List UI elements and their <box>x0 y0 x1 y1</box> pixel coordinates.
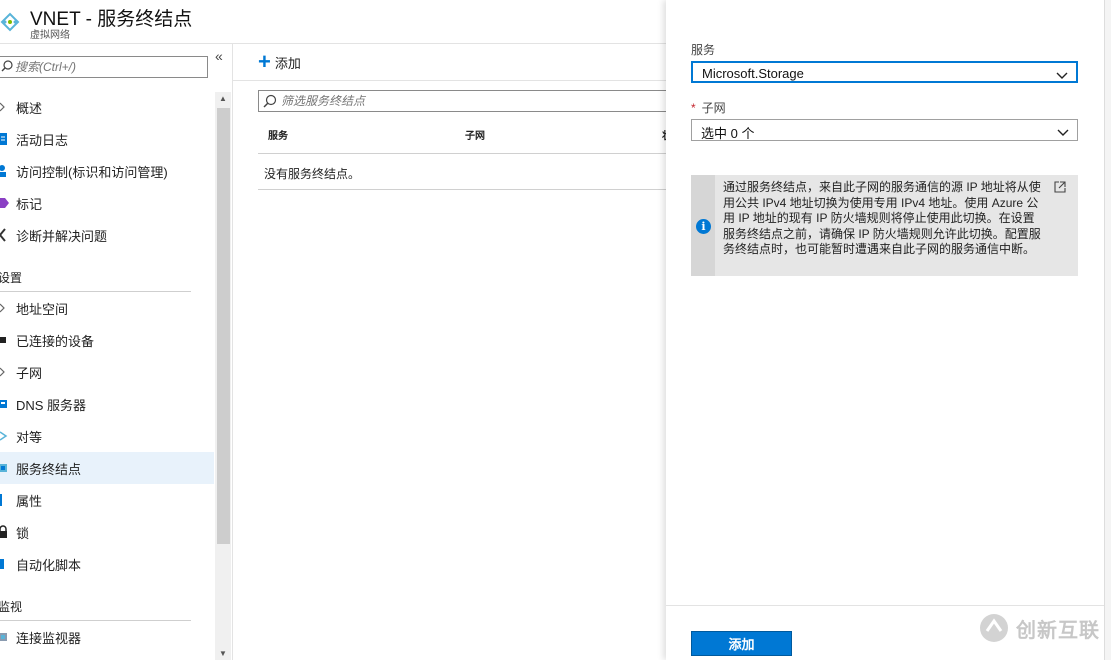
info-icon: i <box>696 219 711 234</box>
wrench-icon <box>0 227 14 243</box>
collapse-sidebar-button[interactable]: « <box>215 48 223 64</box>
external-link-icon[interactable] <box>1054 181 1066 196</box>
blade-footer-divider <box>666 605 1104 606</box>
page-subtitle: 虚拟网络 <box>30 30 70 41</box>
filter-endpoints-input[interactable] <box>281 93 661 109</box>
subnet-dropdown-value: 选中 0 个 <box>701 126 755 141</box>
sidebar-item-label: 子网 <box>16 365 43 381</box>
scrollbar-thumb[interactable] <box>217 108 230 544</box>
service-dropdown[interactable]: Microsoft.Storage <box>691 61 1078 83</box>
watermark-text: 创新互联 <box>1016 619 1100 642</box>
subnet-dropdown[interactable]: 选中 0 个 <box>691 119 1078 141</box>
sidebar-item-label: 概述 <box>16 100 43 116</box>
section-header-monitoring: 监视 <box>0 600 23 614</box>
tag-icon <box>0 195 14 211</box>
endpoint-icon <box>0 460 14 476</box>
submit-add-button[interactable]: 添加 <box>691 631 792 656</box>
sidebar-item-label: 对等 <box>16 429 43 445</box>
sidebar-divider <box>232 44 233 660</box>
peering-icon <box>0 428 14 444</box>
chevron-icon <box>0 364 14 380</box>
subnet-field-label: * 子网 <box>691 99 726 116</box>
sidebar-item-tags[interactable]: 标记 <box>0 187 214 219</box>
dns-icon <box>0 396 14 412</box>
service-field-label: 服务 <box>691 43 716 57</box>
monitor-icon <box>0 629 14 645</box>
chevron-icon <box>0 300 14 316</box>
sidebar-search[interactable] <box>0 56 208 78</box>
chevron-down-icon <box>1056 68 1068 83</box>
vnet-icon <box>0 8 20 36</box>
plus-icon: + <box>258 49 271 74</box>
section-header-settings: 设置 <box>0 271 23 285</box>
service-dropdown-value: Microsoft.Storage <box>702 66 804 81</box>
subnet-label-text: 子网 <box>701 101 726 115</box>
activity-log-icon <box>0 131 14 147</box>
toolbar-divider <box>233 80 666 81</box>
empty-table-message: 没有服务终结点。 <box>264 167 361 181</box>
lock-icon <box>0 524 14 540</box>
sidebar-item-dns-servers[interactable]: DNS 服务器 <box>0 388 214 420</box>
add-endpoint-button[interactable]: + 添加 <box>258 49 301 74</box>
sidebar-item-label: 活动日志 <box>16 132 69 148</box>
scroll-up-arrow-icon[interactable]: ▲ <box>219 94 227 103</box>
filter-endpoints-box[interactable] <box>258 90 678 112</box>
table-header-divider <box>258 153 666 154</box>
scroll-down-arrow-icon[interactable]: ▼ <box>219 649 227 658</box>
script-icon <box>0 556 14 572</box>
sidebar-item-connection-monitor[interactable]: 连接监视器 <box>0 621 214 653</box>
properties-icon <box>0 492 14 508</box>
column-header-subnet[interactable]: 子网 <box>465 127 485 142</box>
watermark: 创新互联 <box>978 612 1100 644</box>
sidebar-item-label: 访问控制(标识和访问管理) <box>16 164 168 180</box>
sidebar-item-label: 标记 <box>16 196 43 212</box>
access-control-icon <box>0 163 14 179</box>
sidebar-item-diagnose[interactable]: 诊断并解决问题 <box>0 219 214 251</box>
column-header-service[interactable]: 服务 <box>268 127 288 142</box>
watermark-logo <box>980 614 1008 642</box>
info-text: 通过服务终结点，来自此子网的服务通信的源 IP 地址将从使用公共 IPv4 地址… <box>723 180 1041 256</box>
sidebar-item-subnets[interactable]: 子网 <box>0 356 214 388</box>
sidebar-item-address-space[interactable]: 地址空间 <box>0 292 214 324</box>
sidebar-item-overview[interactable]: 概述 <box>0 91 214 123</box>
header-divider <box>0 43 666 44</box>
sidebar-item-properties[interactable]: 属性 <box>0 484 214 516</box>
sidebar-item-locks[interactable]: 锁 <box>0 516 214 548</box>
search-icon <box>1 60 13 75</box>
required-asterisk: * <box>691 101 696 115</box>
sidebar-item-service-endpoints[interactable]: 服务终结点 <box>0 452 214 484</box>
sidebar-item-label: 连接监视器 <box>16 630 82 646</box>
add-button-label: 添加 <box>274 55 301 71</box>
sidebar-item-label: 服务终结点 <box>16 461 82 477</box>
sidebar-item-access-control[interactable]: 访问控制(标识和访问管理) <box>0 155 214 187</box>
plug-icon <box>0 332 14 348</box>
sidebar-item-peerings[interactable]: 对等 <box>0 420 214 452</box>
add-endpoint-blade <box>666 0 1105 660</box>
chevron-icon <box>0 99 14 115</box>
sidebar-item-label: 诊断并解决问题 <box>16 228 108 244</box>
sidebar-search-input[interactable] <box>15 59 200 75</box>
sidebar-item-label: 属性 <box>16 493 43 509</box>
sidebar-item-label: DNS 服务器 <box>16 397 87 413</box>
sidebar-item-label: 已连接的设备 <box>16 333 95 349</box>
table-bottom-divider <box>258 189 666 190</box>
sidebar-item-activity-log[interactable]: 活动日志 <box>0 123 214 155</box>
sidebar-item-automation-script[interactable]: 自动化脚本 <box>0 548 214 580</box>
sidebar-item-label: 自动化脚本 <box>16 557 82 573</box>
window-edge <box>1104 0 1111 660</box>
chevron-down-icon <box>1057 125 1069 140</box>
search-icon <box>263 94 277 111</box>
sidebar-item-label: 锁 <box>16 525 30 541</box>
sidebar-item-label: 地址空间 <box>16 301 69 317</box>
sidebar-item-connected-devices[interactable]: 已连接的设备 <box>0 324 214 356</box>
